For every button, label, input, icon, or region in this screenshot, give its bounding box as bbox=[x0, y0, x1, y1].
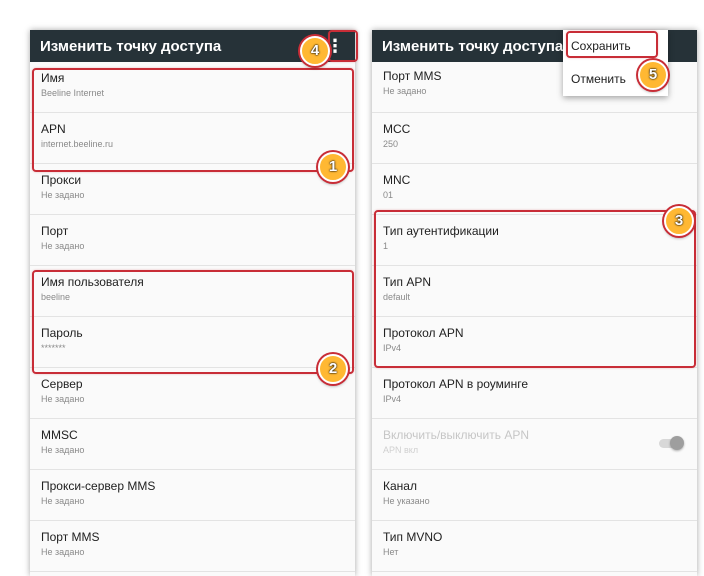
setting-port[interactable]: Порт Не задано bbox=[30, 215, 355, 266]
setting-value: Нет bbox=[383, 547, 399, 557]
setting-apn-enable: Включить/выключить APN APN вкл bbox=[372, 419, 697, 470]
cancel-menu-item[interactable]: Отменить bbox=[571, 72, 626, 86]
setting-title: Тип MVNO bbox=[383, 530, 443, 544]
setting-mcc[interactable]: MCC 250 bbox=[372, 113, 697, 164]
setting-value: 250 bbox=[383, 139, 399, 149]
step-badge-5: 5 bbox=[638, 60, 668, 90]
setting-value: Не задано bbox=[41, 190, 85, 200]
step-badge-1: 1 bbox=[318, 152, 348, 182]
highlight-save bbox=[566, 31, 658, 58]
setting-title: Включить/выключить APN bbox=[383, 428, 529, 442]
setting-mnc[interactable]: MNC 01 bbox=[372, 164, 697, 215]
step-badge-4: 4 bbox=[300, 36, 330, 66]
toolbar-title: Изменить точку доступа bbox=[382, 38, 564, 55]
setting-value: Не указано bbox=[383, 496, 430, 506]
setting-apn-roaming-protocol[interactable]: Протокол APN в роуминге IPv4 bbox=[372, 368, 697, 419]
highlight-more-options bbox=[328, 30, 358, 62]
setting-title: MMSC bbox=[41, 428, 78, 442]
setting-mmsc[interactable]: MMSC Не задано bbox=[30, 419, 355, 470]
setting-title: Протокол APN в роуминге bbox=[383, 377, 529, 391]
setting-value: Не задано bbox=[41, 496, 85, 506]
setting-value: Не задано bbox=[41, 241, 85, 251]
setting-value: APN вкл bbox=[383, 445, 419, 455]
setting-value: IPv4 bbox=[383, 394, 402, 404]
setting-value: Не задано bbox=[41, 394, 85, 404]
setting-title: Порт MMS bbox=[41, 530, 100, 544]
setting-title: Порт bbox=[41, 224, 69, 238]
toolbar-title: Изменить точку доступа bbox=[40, 38, 222, 55]
setting-value: Не задано bbox=[41, 547, 85, 557]
step-badge-3: 3 bbox=[664, 206, 694, 236]
setting-title: Прокси bbox=[41, 173, 82, 187]
step-badge-2: 2 bbox=[318, 354, 348, 384]
setting-bearer[interactable]: Канал Не указано bbox=[372, 470, 697, 521]
setting-mms-port[interactable]: Порт MMS Не задано bbox=[30, 521, 355, 572]
setting-title: Прокси-сервер MMS bbox=[41, 479, 156, 493]
toggle-knob bbox=[670, 436, 684, 450]
setting-title: Канал bbox=[383, 479, 417, 493]
highlight-credentials bbox=[32, 270, 354, 374]
setting-server[interactable]: Сервер Не задано bbox=[30, 368, 355, 419]
highlight-auth-protocol bbox=[374, 210, 696, 368]
setting-title: MNC bbox=[383, 173, 411, 187]
highlight-name-apn bbox=[32, 68, 354, 172]
setting-value: Не задано bbox=[41, 445, 85, 455]
setting-value: 01 bbox=[383, 190, 394, 200]
setting-title: Сервер bbox=[41, 377, 83, 391]
setting-mvno-type[interactable]: Тип MVNO Нет bbox=[372, 521, 697, 572]
setting-mms-proxy[interactable]: Прокси-сервер MMS Не задано bbox=[30, 470, 355, 521]
apn-toggle-switch bbox=[659, 436, 684, 450]
setting-title: MCC bbox=[383, 122, 411, 136]
